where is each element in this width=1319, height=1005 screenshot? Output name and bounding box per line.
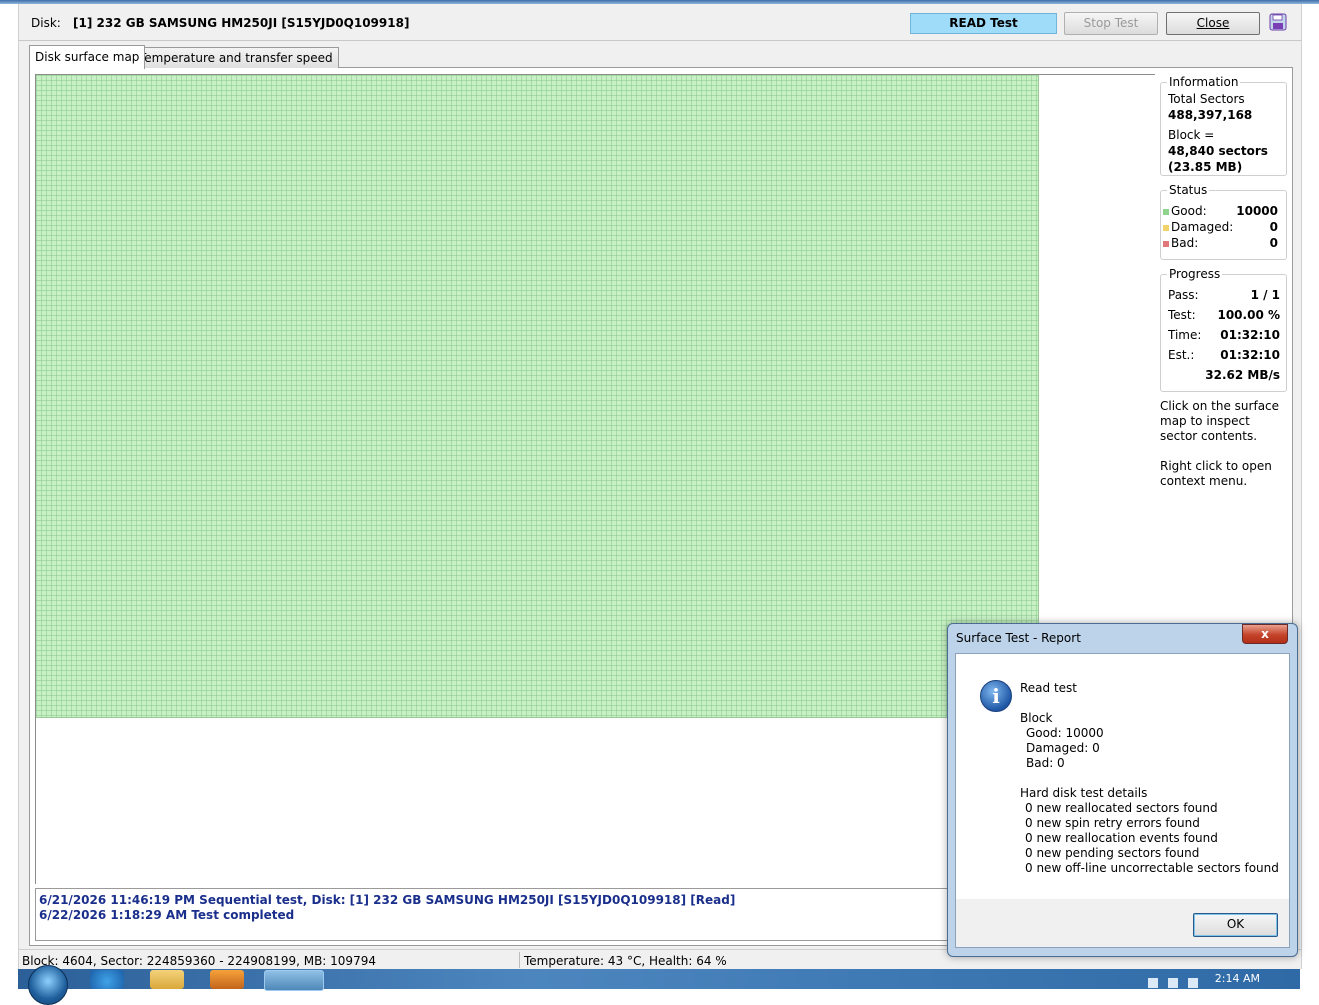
- information-icon: i: [980, 680, 1012, 712]
- disk-selector-value[interactable]: [1] 232 GB SAMSUNG HM250JI [S15YJD0Q1099…: [73, 16, 409, 30]
- folder-icon[interactable]: [150, 970, 184, 989]
- est-label: Est.:: [1168, 348, 1195, 362]
- bad-value: 0: [1269, 236, 1278, 250]
- block-sectors-value: 48,840 sectors: [1168, 144, 1268, 158]
- damaged-label: Damaged:: [1171, 220, 1234, 234]
- good-value: 10000: [1236, 204, 1278, 218]
- detail-line: 0 new reallocated sectors found: [1025, 801, 1218, 815]
- block-good-count: Good: 10000: [1026, 726, 1104, 740]
- test-label: Test:: [1168, 308, 1196, 322]
- damaged-status: Damaged:: [1163, 220, 1233, 234]
- volume-icon[interactable]: [1148, 978, 1158, 988]
- internet-explorer-icon[interactable]: [90, 970, 124, 989]
- good-status: Good:: [1163, 204, 1207, 218]
- block-damaged-count: Damaged: 0: [1026, 741, 1100, 755]
- block-label: Block =: [1168, 128, 1215, 142]
- header-divider: [19, 40, 1301, 41]
- floppy-disk-icon[interactable]: [1269, 13, 1287, 31]
- flag-icon[interactable]: [1168, 978, 1178, 988]
- information-title: Information: [1167, 75, 1241, 89]
- log-entry: 6/22/2026 1:18:29 AM Test completed: [39, 908, 295, 922]
- start-orb-icon[interactable]: [28, 965, 68, 1005]
- dialog-close-button[interactable]: x: [1242, 624, 1288, 644]
- report-heading: Read test: [1020, 681, 1078, 695]
- disk-surface-map[interactable]: [36, 75, 1039, 718]
- temperature-health-readout: Temperature: 43 °C, Health: 64 %: [524, 954, 727, 968]
- block-section-title: Block: [1020, 711, 1053, 725]
- dialog-title: Surface Test - Report: [956, 631, 1081, 645]
- dialog-footer: OK: [955, 899, 1290, 948]
- total-sectors-label: Total Sectors: [1168, 92, 1245, 106]
- disk-label: Disk:: [31, 16, 61, 30]
- good-label: Good:: [1171, 204, 1207, 218]
- est-value: 01:32:10: [1220, 348, 1280, 362]
- media-player-icon[interactable]: [210, 970, 244, 989]
- surface-map-hint: Click on the surface map to inspect sect…: [1160, 399, 1280, 443]
- stop-test-button[interactable]: Stop Test: [1064, 12, 1158, 35]
- progress-group: Progress Pass: 1 / 1 Test: 100.00 % Time…: [1160, 267, 1287, 392]
- details-title: Hard disk test details: [1020, 786, 1148, 800]
- tab-temperature-transfer-speed[interactable]: Temperature and transfer speed: [133, 47, 339, 68]
- bad-status: Bad:: [1163, 236, 1198, 250]
- ok-button[interactable]: OK: [1193, 913, 1278, 937]
- detail-line: 0 new reallocation events found: [1025, 831, 1218, 845]
- time-value: 01:32:10: [1220, 328, 1280, 342]
- log-entry: 6/21/2026 11:46:19 PM Sequential test, D…: [39, 893, 736, 907]
- good-legend-swatch: [1163, 208, 1169, 215]
- status-group: Status Good: 10000 Damaged: 0 Bad: 0: [1160, 183, 1287, 260]
- damaged-legend-swatch: [1163, 224, 1169, 231]
- dialog-body: i Read test Block Good: 10000 Damaged: 0…: [955, 653, 1290, 901]
- close-button-label: Close: [1196, 16, 1230, 30]
- detail-line: 0 new pending sectors found: [1025, 846, 1200, 860]
- time-label: Time:: [1168, 328, 1202, 342]
- taskbar: 2:14 AM: [18, 965, 1300, 1005]
- total-sectors-value: 488,397,168: [1168, 108, 1253, 122]
- bad-legend-swatch: [1163, 240, 1169, 247]
- surface-test-report-dialog: Surface Test - Report x i Read test Bloc…: [947, 623, 1298, 957]
- block-size-value: (23.85 MB): [1168, 160, 1243, 174]
- hd-tune-icon[interactable]: [264, 970, 324, 991]
- close-icon: x: [1261, 627, 1269, 641]
- pass-value: 1 / 1: [1250, 288, 1280, 302]
- pass-label: Pass:: [1168, 288, 1199, 302]
- progress-title: Progress: [1167, 267, 1223, 281]
- status-title: Status: [1167, 183, 1210, 197]
- read-test-banner: READ Test: [910, 13, 1057, 34]
- speed-value: 32.62 MB/s: [1205, 368, 1280, 382]
- bad-label: Bad:: [1171, 236, 1199, 250]
- test-value: 100.00 %: [1217, 308, 1280, 322]
- information-group: Information Total Sectors 488,397,168 Bl…: [1160, 75, 1287, 176]
- damaged-value: 0: [1269, 220, 1278, 234]
- network-icon[interactable]: [1188, 978, 1198, 988]
- status-bar-separator: [519, 952, 520, 968]
- block-sector-readout: Block: 4604, Sector: 224859360 - 2249081…: [22, 954, 376, 968]
- detail-line: 0 new spin retry errors found: [1025, 816, 1200, 830]
- close-button[interactable]: Close: [1166, 12, 1260, 35]
- block-bad-count: Bad: 0: [1026, 756, 1065, 770]
- tab-disk-surface-map[interactable]: Disk surface map: [29, 45, 146, 69]
- context-menu-hint: Right click to open context menu.: [1160, 459, 1272, 488]
- clock[interactable]: 2:14 AM: [1215, 972, 1260, 985]
- detail-line: 0 new off-line uncorrectable sectors fou…: [1025, 861, 1279, 875]
